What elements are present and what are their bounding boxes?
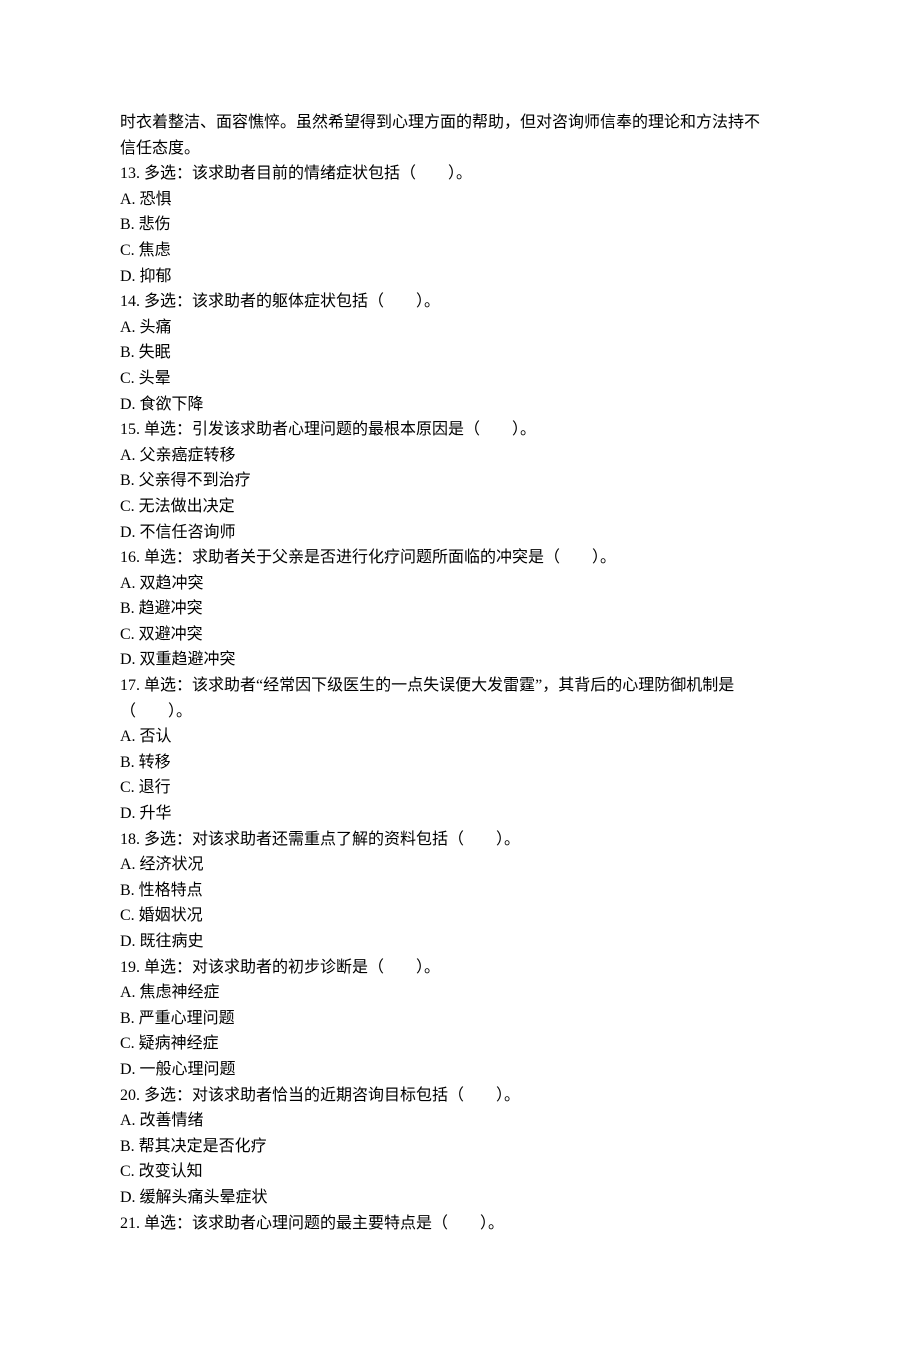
question-20-option-d: D. 缓解头痛头晕症状 [120, 1185, 800, 1211]
question-20-stem: 20. 多选：对该求助者恰当的近期咨询目标包括（ ）。 [120, 1083, 800, 1109]
question-15-option-d: D. 不信任咨询师 [120, 520, 800, 546]
question-17-option-d: D. 升华 [120, 801, 800, 827]
question-20-option-b: B. 帮其决定是否化疗 [120, 1134, 800, 1160]
question-16-stem: 16. 单选：求助者关于父亲是否进行化疗问题所面临的冲突是（ ）。 [120, 545, 800, 571]
question-13-option-a: A. 恐惧 [120, 187, 800, 213]
question-15-option-a: A. 父亲癌症转移 [120, 443, 800, 469]
question-19-stem: 19. 单选：对该求助者的初步诊断是（ ）。 [120, 955, 800, 981]
question-16-option-a: A. 双趋冲突 [120, 571, 800, 597]
question-14-option-b: B. 失眠 [120, 340, 800, 366]
question-17-stem: 17. 单选：该求助者“经常因下级医生的一点失误便大发雷霆”，其背后的心理防御机… [120, 673, 800, 724]
question-18-option-b: B. 性格特点 [120, 878, 800, 904]
question-19-option-b: B. 严重心理问题 [120, 1006, 800, 1032]
question-21-stem: 21. 单选：该求助者心理问题的最主要特点是（ ）。 [120, 1211, 800, 1237]
question-16-option-d: D. 双重趋避冲突 [120, 647, 800, 673]
question-17-option-a: A. 否认 [120, 724, 800, 750]
question-19-option-c: C. 疑病神经症 [120, 1031, 800, 1057]
question-14-option-d: D. 食欲下降 [120, 392, 800, 418]
question-17-option-b: B. 转移 [120, 750, 800, 776]
question-13-stem: 13. 多选：该求助者目前的情绪症状包括（ ）。 [120, 161, 800, 187]
question-19-option-d: D. 一般心理问题 [120, 1057, 800, 1083]
intro-line-2: 信任态度。 [120, 136, 800, 162]
question-14-option-a: A. 头痛 [120, 315, 800, 341]
question-15-option-b: B. 父亲得不到治疗 [120, 468, 800, 494]
question-14-option-c: C. 头晕 [120, 366, 800, 392]
document-page: 时衣着整洁、面容憔悴。虽然希望得到心理方面的帮助，但对咨询师信奉的理论和方法持不… [0, 0, 920, 1346]
question-15-stem: 15. 单选：引发该求助者心理问题的最根本原因是（ ）。 [120, 417, 800, 443]
question-13-option-c: C. 焦虑 [120, 238, 800, 264]
question-18-option-a: A. 经济状况 [120, 852, 800, 878]
question-15-option-c: C. 无法做出决定 [120, 494, 800, 520]
intro-line-1: 时衣着整洁、面容憔悴。虽然希望得到心理方面的帮助，但对咨询师信奉的理论和方法持不 [120, 110, 800, 136]
question-14-stem: 14. 多选：该求助者的躯体症状包括（ ）。 [120, 289, 800, 315]
question-18-option-c: C. 婚姻状况 [120, 903, 800, 929]
question-16-option-b: B. 趋避冲突 [120, 596, 800, 622]
question-16-option-c: C. 双避冲突 [120, 622, 800, 648]
question-20-option-a: A. 改善情绪 [120, 1108, 800, 1134]
question-18-stem: 18. 多选：对该求助者还需重点了解的资料包括（ ）。 [120, 827, 800, 853]
question-18-option-d: D. 既往病史 [120, 929, 800, 955]
question-17-option-c: C. 退行 [120, 775, 800, 801]
question-13-option-b: B. 悲伤 [120, 212, 800, 238]
question-19-option-a: A. 焦虑神经症 [120, 980, 800, 1006]
question-20-option-c: C. 改变认知 [120, 1159, 800, 1185]
question-13-option-d: D. 抑郁 [120, 264, 800, 290]
